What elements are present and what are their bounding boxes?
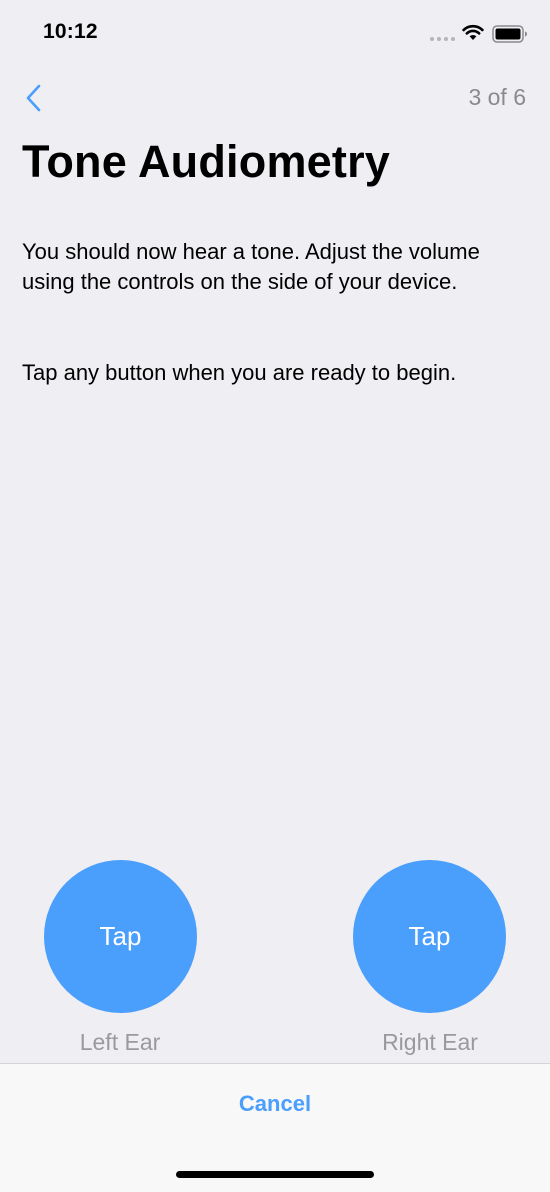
signal-dots-icon [430,37,455,41]
status-time: 10:12 [43,20,98,43]
page-title: Tone Audiometry [22,136,391,187]
cancel-button[interactable]: Cancel [200,1086,350,1122]
status-bar: 10:12 [0,0,550,70]
instructions-text: You should now hear a tone. Adjust the v… [22,239,480,294]
wifi-icon [462,25,484,40]
home-indicator[interactable] [176,1171,374,1178]
right-ear-label: Right Ear [382,1029,478,1055]
left-ear-label: Left Ear [79,1029,161,1055]
back-button[interactable] [14,78,54,118]
step-counter: 3 of 6 [468,84,526,110]
chevron-left-icon [26,84,41,112]
instructions-secondary-text: Tap any button when you are ready to beg… [22,360,457,385]
battery-icon [492,25,527,43]
footer-toolbar: Cancel [0,1063,550,1192]
tap-left-ear-button[interactable]: Tap [44,860,197,1013]
tap-right-ear-button[interactable]: Tap [353,860,506,1013]
